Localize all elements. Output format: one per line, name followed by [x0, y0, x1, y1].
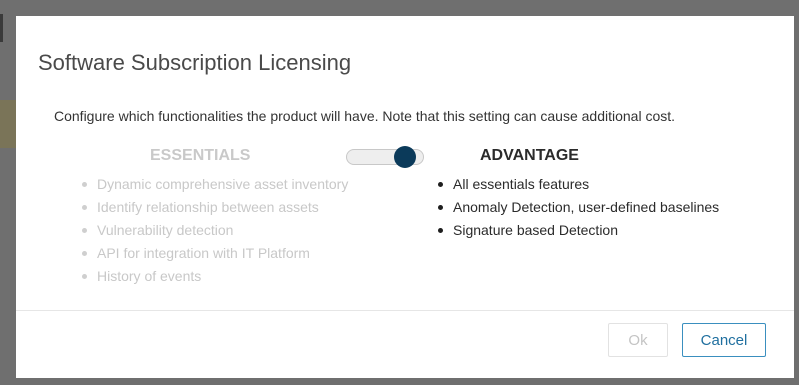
list-item: Identify relationship between assets [80, 196, 380, 219]
list-item: Signature based Detection [436, 219, 774, 242]
essentials-feature-list: Dynamic comprehensive asset inventory Id… [80, 173, 380, 288]
list-item: History of events [80, 265, 380, 288]
background-app-strip [0, 100, 16, 148]
footer-divider [16, 310, 794, 311]
toggle-knob[interactable] [394, 146, 416, 168]
licensing-dialog: Software Subscription Licensing Configur… [16, 16, 794, 378]
advantage-plan[interactable]: ADVANTAGE All essentials features Anomal… [434, 147, 774, 242]
advantage-heading[interactable]: ADVANTAGE [480, 147, 774, 165]
ok-button[interactable]: Ok [608, 323, 668, 357]
list-item: Vulnerability detection [80, 219, 380, 242]
background-app-fragment [0, 14, 8, 42]
list-item: All essentials features [436, 173, 774, 196]
plan-toggle-switch[interactable] [346, 146, 424, 168]
essentials-plan[interactable]: ESSENTIALS Dynamic comprehensive asset i… [80, 147, 380, 288]
list-item: Dynamic comprehensive asset inventory [80, 173, 380, 196]
cancel-button[interactable]: Cancel [682, 323, 766, 357]
list-item: Anomaly Detection, user-defined baseline… [436, 196, 774, 219]
dialog-description: Configure which functionalities the prod… [54, 108, 676, 124]
advantage-feature-list: All essentials features Anomaly Detectio… [436, 173, 774, 242]
list-item: API for integration with IT Platform [80, 242, 380, 265]
dialog-title: Software Subscription Licensing [38, 50, 352, 75]
